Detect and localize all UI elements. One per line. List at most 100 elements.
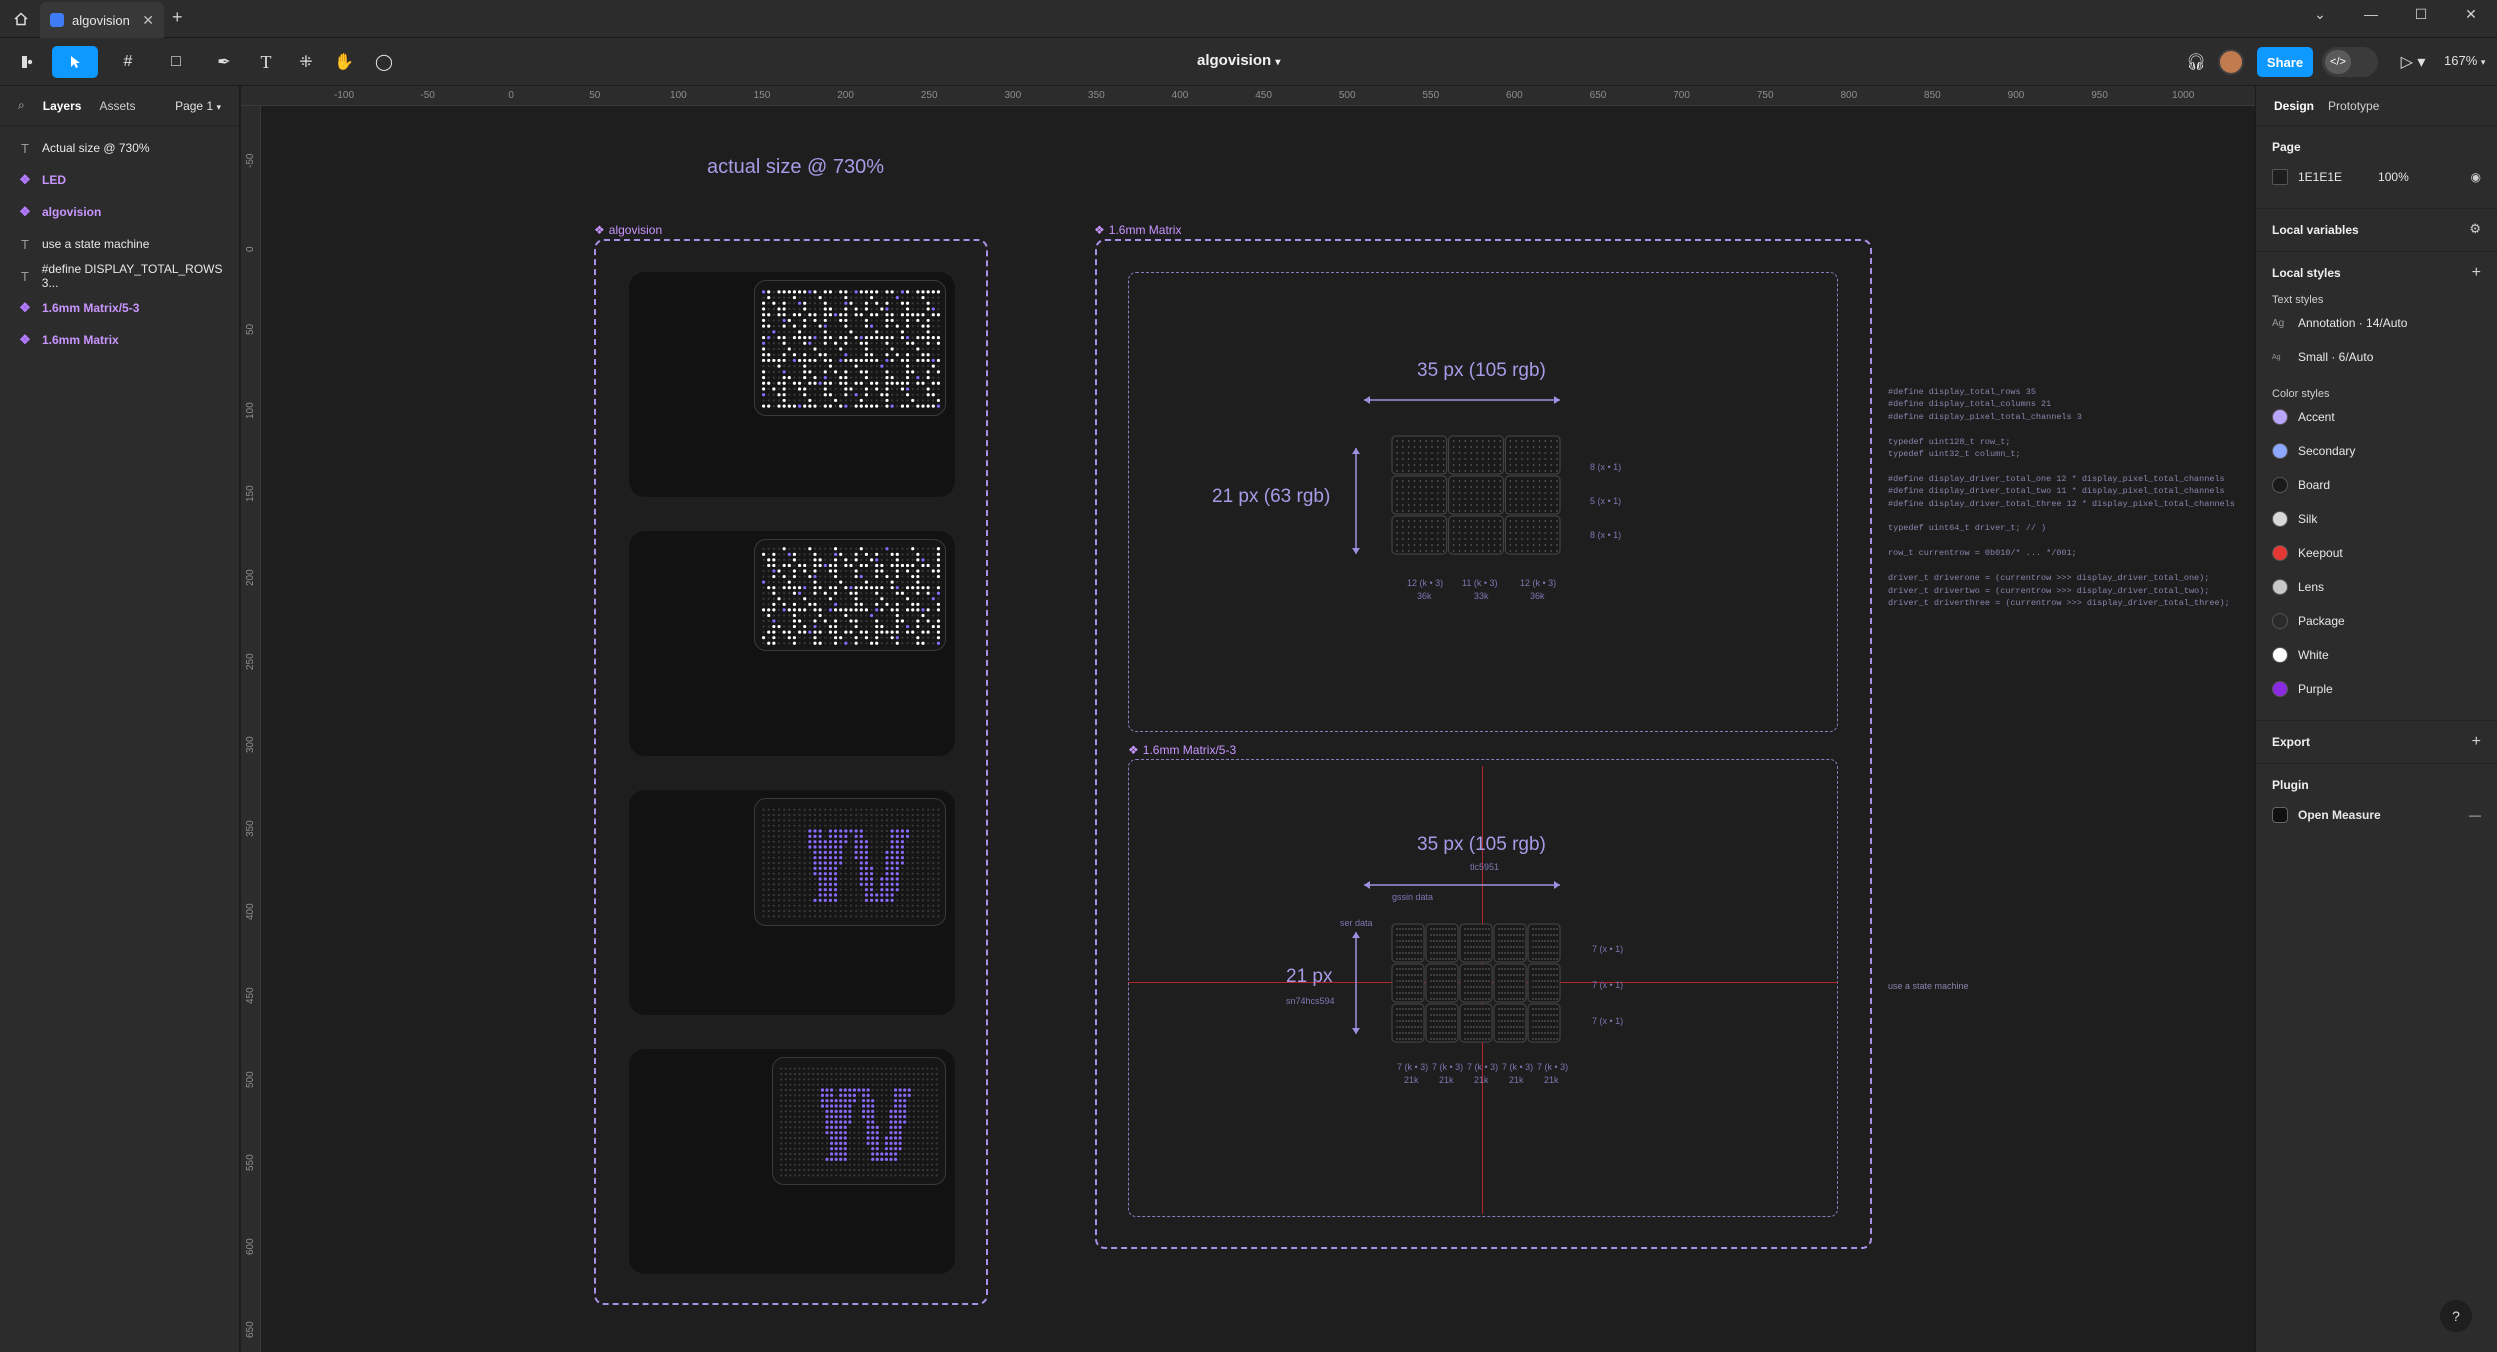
text-style-item[interactable]: Ag Annotation · 14/Auto bbox=[2272, 306, 2481, 340]
led-dot bbox=[906, 558, 909, 561]
led-dot bbox=[819, 405, 822, 408]
text-style-item[interactable]: Ag Small · 6/Auto bbox=[2272, 340, 2481, 374]
ruler-left[interactable]: -50 0 50 100 150 200 250 300 350 400 450 500 550 600 6… bbox=[241, 106, 261, 1352]
led-dot bbox=[849, 353, 853, 356]
led-dot bbox=[890, 856, 894, 860]
tab-prototype[interactable]: Prototype bbox=[2328, 99, 2379, 113]
home-button[interactable] bbox=[6, 4, 36, 34]
led-dot bbox=[860, 553, 863, 556]
frame-label-matrix53[interactable]: ❖ 1.6mm Matrix/5-3 bbox=[1128, 743, 1236, 757]
avatar[interactable] bbox=[2218, 49, 2244, 75]
frame-label-matrix[interactable]: ❖ 1.6mm Matrix bbox=[1094, 223, 1181, 237]
variables-settings-icon[interactable]: ⚙ bbox=[2469, 221, 2481, 237]
led-dot bbox=[813, 829, 817, 833]
led-dot bbox=[898, 1141, 902, 1145]
layer-item[interactable]: ❖ algovision bbox=[0, 196, 239, 228]
color-style-item[interactable]: Board bbox=[2272, 468, 2481, 502]
tab-design[interactable]: Design bbox=[2274, 99, 2314, 113]
matrix-dot bbox=[1487, 480, 1490, 482]
led-dot bbox=[898, 1088, 902, 1092]
plugin-item[interactable]: Open Measure — bbox=[2272, 798, 2481, 832]
layer-item[interactable]: ❖ LED bbox=[0, 164, 239, 196]
new-tab-button[interactable]: + bbox=[172, 7, 183, 28]
led-dot bbox=[855, 867, 858, 870]
file-title[interactable]: algovision ▾ bbox=[1197, 52, 1280, 69]
page-fill-row[interactable]: 1E1E1E 100% ◉ bbox=[2272, 160, 2481, 194]
color-style-item[interactable]: Silk bbox=[2272, 502, 2481, 536]
led-dot bbox=[921, 851, 925, 854]
audio-button[interactable]: 🎧︎ bbox=[2182, 46, 2210, 78]
frame-label-algovision[interactable]: ❖ algovision bbox=[594, 223, 662, 237]
minimize-icon[interactable]: — bbox=[2358, 6, 2384, 22]
layer-item[interactable]: ❖ 1.6mm Matrix/5-3 bbox=[0, 292, 239, 324]
canvas-heading[interactable]: actual size @ 730% bbox=[707, 156, 884, 179]
move-tool-button[interactable] bbox=[52, 46, 98, 78]
device-card[interactable] bbox=[629, 531, 955, 756]
led-dot bbox=[793, 564, 796, 567]
led-dot bbox=[823, 341, 827, 345]
matrix-dot bbox=[1509, 464, 1512, 466]
layer-item[interactable]: T #define DISPLAY_TOTAL_ROWS 3... bbox=[0, 260, 239, 292]
remove-plugin-icon[interactable]: — bbox=[2469, 808, 2481, 822]
device-card[interactable] bbox=[629, 1049, 955, 1274]
page-selector[interactable]: Page 1 ▾ bbox=[175, 99, 221, 113]
file-tab[interactable]: algovision ✕ bbox=[40, 2, 164, 38]
led-dot bbox=[893, 1147, 898, 1151]
led-dot bbox=[903, 1078, 906, 1081]
state-machine-note[interactable]: use a state machine bbox=[1888, 981, 1969, 991]
color-style-item[interactable]: Secondary bbox=[2272, 434, 2481, 468]
layer-item[interactable]: T Actual size @ 730% bbox=[0, 132, 239, 164]
main-menu-button[interactable] bbox=[10, 46, 44, 78]
pen-tool-button[interactable]: ✒ bbox=[206, 46, 242, 78]
maximize-icon[interactable]: ☐ bbox=[2408, 6, 2434, 23]
close-tab-icon[interactable]: ✕ bbox=[142, 12, 154, 29]
export-section[interactable]: Export + bbox=[2256, 721, 2497, 764]
led-dot bbox=[880, 614, 883, 617]
canvas[interactable]: actual size @ 730% ❖ algovision ❖ 1.6mm Ma… bbox=[262, 106, 2255, 1352]
led-dot bbox=[829, 1147, 834, 1151]
color-style-item[interactable]: Accent bbox=[2272, 400, 2481, 434]
color-style-item[interactable]: Purple bbox=[2272, 672, 2481, 706]
add-style-icon[interactable]: + bbox=[2472, 264, 2481, 282]
text-tool-button[interactable]: T bbox=[252, 46, 280, 78]
page-color-swatch[interactable] bbox=[2272, 169, 2288, 185]
led-dot bbox=[798, 1072, 801, 1076]
color-style-item[interactable]: Keepout bbox=[2272, 536, 2481, 570]
search-icon[interactable]: ⌕ bbox=[18, 98, 25, 113]
help-button[interactable]: ? bbox=[2440, 1300, 2472, 1332]
matrix-dot bbox=[1476, 492, 1478, 494]
hand-tool-button[interactable]: ✋ bbox=[330, 46, 358, 78]
local-variables-section[interactable]: Local variables ⚙ bbox=[2256, 209, 2497, 252]
led-dot bbox=[818, 861, 822, 865]
present-button[interactable]: ▷ ▾ bbox=[2395, 46, 2431, 78]
comment-tool-button[interactable]: ◯ bbox=[370, 46, 398, 78]
resources-tool-button[interactable]: ⁜ bbox=[292, 46, 320, 78]
tab-layers[interactable]: Layers bbox=[43, 99, 82, 113]
share-button[interactable]: Share bbox=[2257, 47, 2313, 77]
frame-tool-button[interactable]: # bbox=[110, 46, 146, 78]
device-card[interactable] bbox=[629, 790, 955, 1015]
matrix-dot bbox=[1527, 550, 1529, 552]
device-card[interactable] bbox=[629, 272, 955, 497]
ruler-top[interactable]: -100 -50 0 50 100 150 200 250 300 350 400 450 500 550… bbox=[241, 86, 2255, 106]
code-snippet[interactable]: #define display_total_rows 35 #define di… bbox=[1888, 386, 2235, 609]
led-dot bbox=[906, 904, 909, 907]
eye-icon[interactable]: ◉ bbox=[2471, 170, 2481, 184]
color-style-item[interactable]: Package bbox=[2272, 604, 2481, 638]
color-style-item[interactable]: White bbox=[2272, 638, 2481, 672]
zoom-dropdown[interactable]: 167% ▾ bbox=[2444, 53, 2485, 68]
layer-item[interactable]: ❖ 1.6mm Matrix bbox=[0, 324, 239, 356]
led-dot bbox=[911, 586, 915, 590]
tab-assets[interactable]: Assets bbox=[99, 99, 135, 113]
dev-mode-toggle[interactable]: </> bbox=[2322, 47, 2378, 77]
component-icon: ❖ bbox=[19, 332, 31, 347]
color-style-item[interactable]: Lens bbox=[2272, 570, 2481, 604]
chevron-down-icon[interactable]: ⌄ bbox=[2307, 6, 2333, 23]
layer-item[interactable]: Tuse a state machine bbox=[0, 228, 239, 260]
page-color-value[interactable]: 1E1E1E bbox=[2298, 170, 2342, 184]
matrix-dot bbox=[1402, 486, 1404, 488]
add-export-icon[interactable]: + bbox=[2472, 733, 2481, 751]
page-opacity-value[interactable]: 100% bbox=[2378, 170, 2409, 184]
shape-tool-button[interactable]: □ bbox=[158, 46, 194, 78]
close-window-icon[interactable]: ✕ bbox=[2458, 6, 2484, 23]
